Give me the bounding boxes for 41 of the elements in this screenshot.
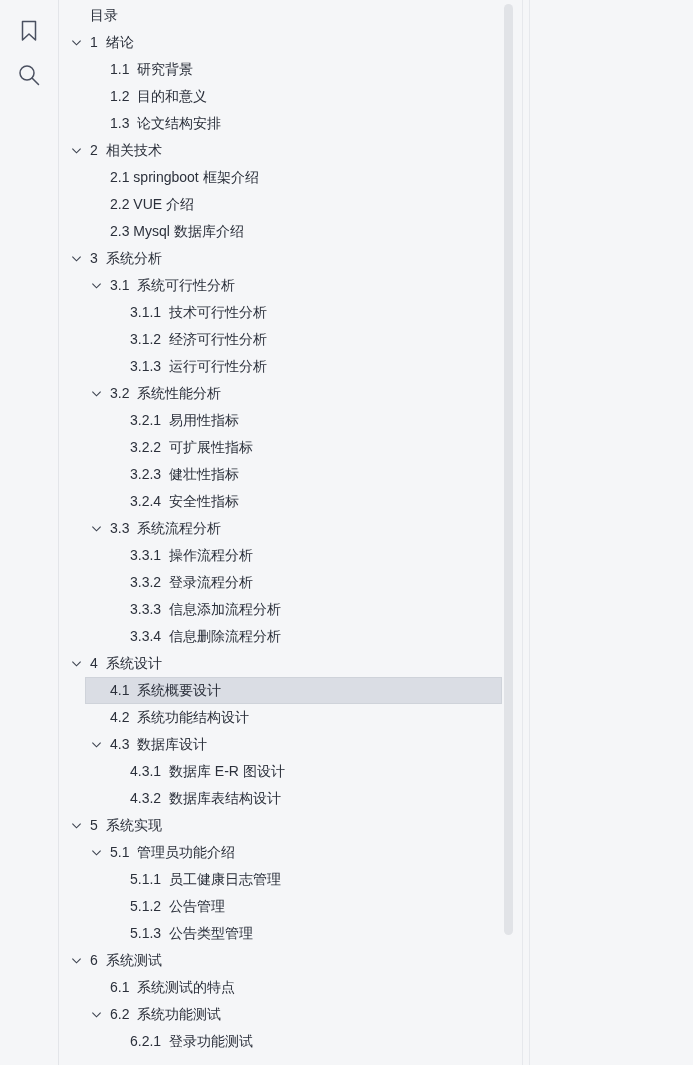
outline-item[interactable]: 5 系统实现 [65, 812, 502, 839]
outline-title: 目录 [90, 6, 118, 25]
outline-item[interactable]: 2.3 Mysql 数据库介绍 [85, 218, 502, 245]
outline-item[interactable]: 5.1.3 公告类型管理 [105, 920, 502, 947]
outline-item[interactable]: 5.1 管理员功能介绍 [85, 839, 502, 866]
outline-item[interactable]: 4.2 系统功能结构设计 [85, 704, 502, 731]
outline-item[interactable]: 5.1.2 公告管理 [105, 893, 502, 920]
outline-item[interactable]: 6.1 系统测试的特点 [85, 974, 502, 1001]
outline-item[interactable]: 2 相关技术 [65, 137, 502, 164]
outline-item[interactable]: 4.3.2 数据库表结构设计 [105, 785, 502, 812]
outline-item[interactable]: 1.1 研究背景 [85, 56, 502, 83]
outline-item[interactable]: 3.1.2 经济可行性分析 [105, 326, 502, 353]
outline-item[interactable]: 3.3.4 信息删除流程分析 [105, 623, 502, 650]
outline-item[interactable]: 4 系统设计 [65, 650, 502, 677]
outline-item[interactable]: 3.1.1 技术可行性分析 [105, 299, 502, 326]
outline-item[interactable]: 3.2.2 可扩展性指标 [105, 434, 502, 461]
outline-item[interactable]: 3.2.3 健壮性指标 [105, 461, 502, 488]
outline-item[interactable]: 2.2 VUE 介绍 [85, 191, 502, 218]
outline-item[interactable]: 1.2 目的和意义 [85, 83, 502, 110]
bookmark-icon[interactable] [21, 20, 37, 42]
outline-item[interactable]: 3.1 系统可行性分析 [85, 272, 502, 299]
outline-item[interactable]: 2.1 springboot 框架介绍 [85, 164, 502, 191]
outline-item[interactable]: 3 系统分析 [65, 245, 502, 272]
outline-item[interactable]: 3.1.3 运行可行性分析 [105, 353, 502, 380]
outline-item[interactable]: 4.3.1 数据库 E-R 图设计 [105, 758, 502, 785]
outline-item[interactable]: 6 系统测试 [65, 947, 502, 974]
outline-item[interactable]: 3.3 系统流程分析 [85, 515, 502, 542]
outline-item[interactable]: 5.1.1 员工健康日志管理 [105, 866, 502, 893]
outline-item[interactable]: 6.2 系统功能测试 [85, 1001, 502, 1028]
outline-item[interactable]: 4.1 系统概要设计 [85, 677, 502, 704]
outline-item[interactable]: 3.3.3 信息添加流程分析 [105, 596, 502, 623]
outline-item[interactable]: 3.2.1 易用性指标 [105, 407, 502, 434]
search-icon[interactable] [18, 64, 40, 86]
outline-item[interactable]: 3.2.4 安全性指标 [105, 488, 502, 515]
outline-item[interactable]: 3.2 系统性能分析 [85, 380, 502, 407]
outline-item[interactable]: 3.3.1 操作流程分析 [105, 542, 502, 569]
outline-item[interactable]: 1.3 论文结构安排 [85, 110, 502, 137]
outline-item[interactable]: 3.3.2 登录流程分析 [105, 569, 502, 596]
outline-item[interactable]: 4.3 数据库设计 [85, 731, 502, 758]
outline-item[interactable]: 6.2.1 登录功能测试 [105, 1028, 502, 1055]
outline-item[interactable]: 1 绪论 [65, 29, 502, 56]
